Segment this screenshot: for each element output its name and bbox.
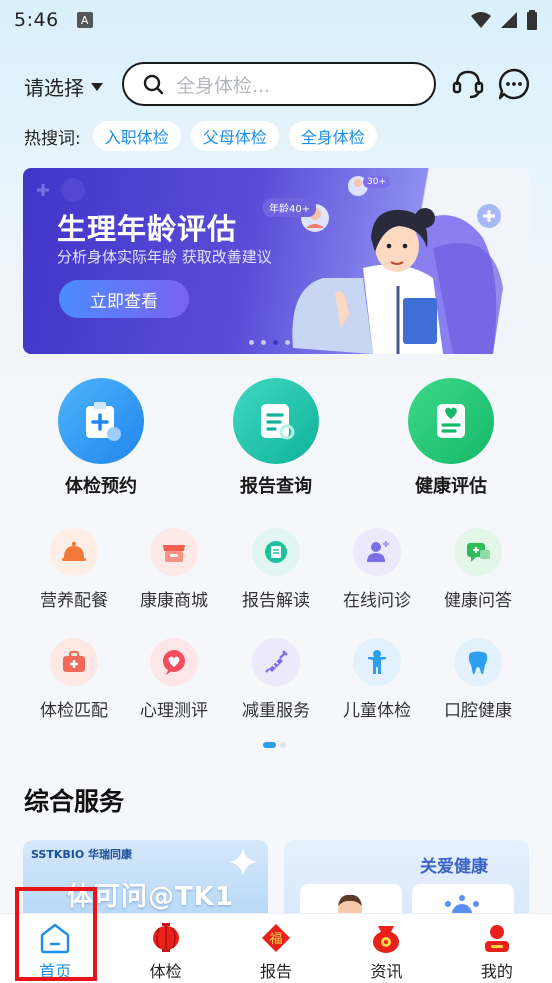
grid-item-label: 减重服务 [242, 701, 310, 721]
grid-item-label: 口腔健康 [444, 701, 512, 721]
tab-news[interactable]: 资讯 [331, 914, 441, 983]
hot-search-row: 热搜词: 入职体检 父母体检 全身体检 [24, 120, 387, 152]
banner-age-tag-small: 30+ [363, 176, 390, 188]
grid-item-label: 在线问诊 [343, 591, 411, 611]
grid-item-weight-loss[interactable]: 减重服务 [226, 638, 326, 721]
report-search-icon [233, 378, 319, 464]
banner-title: 生理年龄评估 [57, 212, 238, 246]
tab-label: 体检 [149, 962, 182, 981]
status-time: 5:46 [14, 9, 59, 31]
header-row: 请选择 全身体检... [0, 60, 552, 108]
syringe-icon [252, 638, 300, 686]
sparkle-icon [229, 848, 257, 876]
lucky-bag-icon [373, 926, 400, 953]
grid-item-label: 心理测评 [140, 701, 208, 721]
service-checkup-booking[interactable]: 体检预约 [46, 378, 156, 498]
city-select[interactable]: 请选择 [24, 72, 104, 101]
svg-text:福: 福 [270, 932, 283, 947]
chat-doc-icon [252, 528, 300, 576]
doctor-icon [353, 528, 401, 576]
banner-dot-active [273, 340, 278, 345]
grid-page-dot-active [263, 742, 276, 748]
banner-dot [285, 340, 290, 345]
tab-checkup[interactable]: 体检 [110, 914, 220, 983]
grid-item-label: 健康问答 [444, 591, 512, 611]
banner-pagination [249, 340, 290, 345]
heart-chat-icon [150, 638, 198, 686]
grid-item-label: 儿童体检 [343, 701, 411, 721]
notification-icon: A [76, 12, 93, 28]
card-title: 关爱健康 [420, 857, 488, 877]
search-placeholder: 全身体检... [176, 74, 271, 97]
grid-item-report-interpret[interactable]: 报告解读 [226, 528, 326, 611]
tab-profile[interactable]: 我的 [442, 914, 552, 983]
heart-clipboard-icon [408, 378, 494, 464]
lantern-icon [152, 923, 179, 952]
banner-age-tag: 年龄40+ [263, 198, 317, 217]
promo-banner[interactable]: 生理年龄评估 分析身体实际年龄 获取改善建议 立即查看 年龄40+ 30+ [23, 168, 530, 354]
grid-item-child-checkup[interactable]: 儿童体检 [327, 638, 427, 721]
hot-search-label: 热搜词: [24, 128, 81, 149]
fortune-icon: 福 [262, 924, 291, 952]
hot-tag[interactable]: 入职体检 [92, 121, 181, 151]
grid-item-label: 体检匹配 [40, 701, 108, 721]
profile-icon [484, 925, 509, 952]
service-card-care[interactable]: 关爱健康 [284, 840, 529, 920]
banner-dot [249, 340, 254, 345]
service-label: 健康评估 [415, 476, 487, 497]
grid-item-online-consult[interactable]: 在线问诊 [327, 528, 427, 611]
home-tab-highlight-box [15, 887, 97, 981]
grid-item-checkup-match[interactable]: 体检匹配 [24, 638, 124, 721]
customer-service-icon[interactable] [450, 66, 486, 102]
grid-item-store[interactable]: 康康商城 [124, 528, 224, 611]
service-health-assessment[interactable]: 健康评估 [396, 378, 506, 498]
service-label: 体检预约 [65, 476, 137, 497]
card-logo: SSTKBIO 华瑞同康 [31, 848, 133, 861]
battery-icon [527, 10, 537, 30]
signal-icon [501, 12, 517, 28]
service-report-query[interactable]: 报告查询 [221, 378, 331, 498]
grid-item-psych-test[interactable]: 心理测评 [124, 638, 224, 721]
hot-tag[interactable]: 父母体检 [190, 121, 279, 151]
banner-subtitle: 分析身体实际年龄 获取改善建议 [57, 248, 272, 266]
grid-page-dot [280, 742, 286, 748]
grid-item-label: 报告解读 [242, 591, 310, 611]
tab-label: 资讯 [370, 962, 403, 981]
tab-report[interactable]: 福 报告 [221, 914, 331, 983]
food-cover-icon [50, 528, 98, 576]
grid-item-oral-health[interactable]: 口腔健康 [428, 638, 528, 721]
search-input[interactable]: 全身体检... [122, 62, 436, 106]
clipboard-plus-icon [58, 378, 144, 464]
banner-view-button[interactable]: 立即查看 [59, 280, 189, 318]
grid-pagination [263, 742, 286, 748]
grid-item-nutrition[interactable]: 营养配餐 [24, 528, 124, 611]
service-label: 报告查询 [240, 476, 312, 497]
search-icon [143, 74, 164, 95]
tab-label: 报告 [260, 962, 293, 981]
qa-icon [454, 528, 502, 576]
wifi-icon [471, 12, 491, 28]
tab-label: 我的 [480, 962, 513, 981]
medkit-icon [50, 638, 98, 686]
grid-item-health-qa[interactable]: 健康问答 [428, 528, 528, 611]
grid-item-label: 康康商城 [140, 591, 208, 611]
grid-item-label: 营养配餐 [40, 591, 108, 611]
banner-dot [261, 340, 266, 345]
hot-tag[interactable]: 全身体检 [288, 121, 377, 151]
status-bar: 5:46 A [0, 0, 552, 40]
caret-down-icon [91, 82, 103, 91]
city-select-label: 请选择 [24, 76, 84, 100]
child-icon [353, 638, 401, 686]
section-title: 综合服务 [24, 787, 125, 816]
status-indicators [470, 10, 538, 30]
message-icon[interactable] [496, 66, 532, 102]
store-icon [150, 528, 198, 576]
tooth-icon [454, 638, 502, 686]
